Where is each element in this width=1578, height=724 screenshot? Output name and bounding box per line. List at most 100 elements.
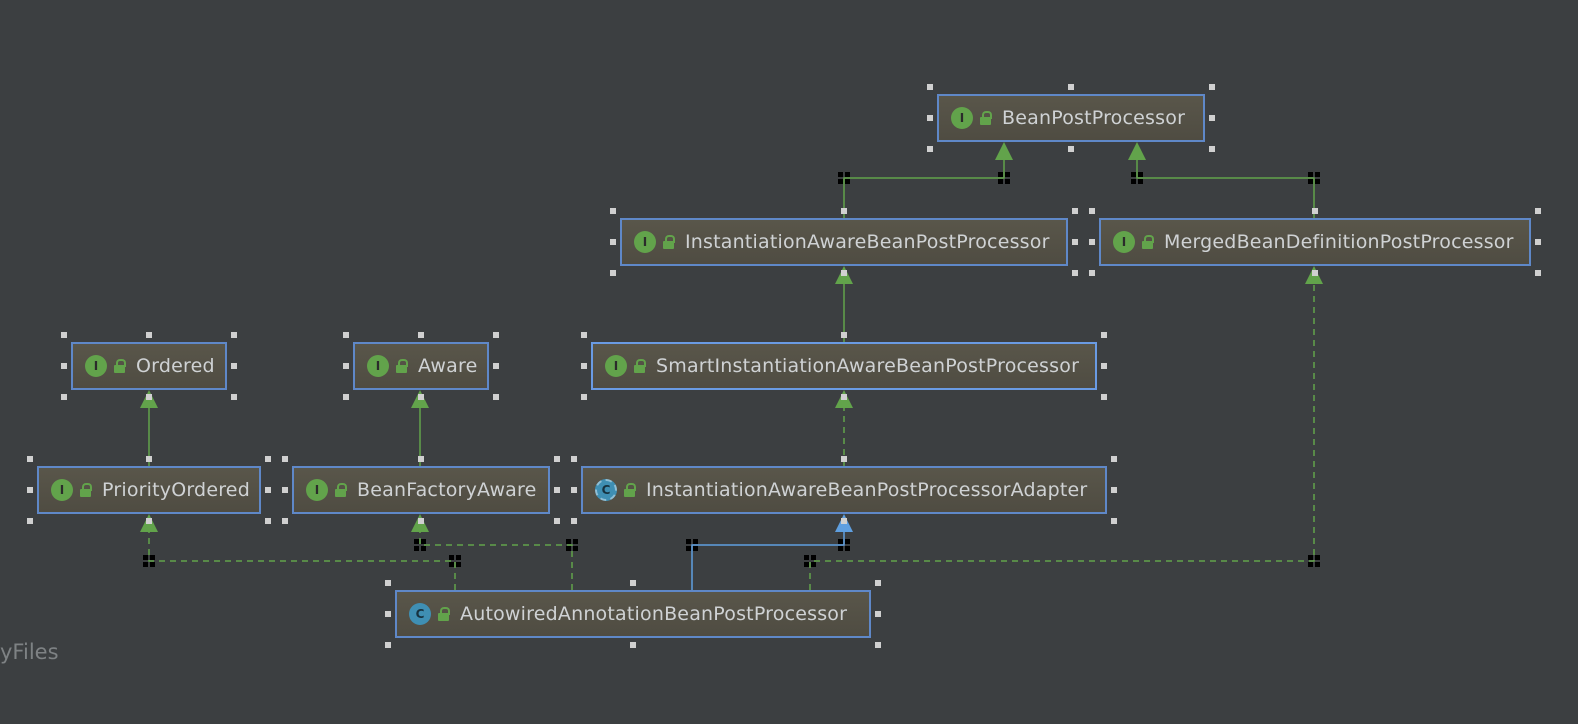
bend-handle[interactable] (143, 555, 148, 560)
bend-handle[interactable] (1138, 179, 1143, 184)
bend-handle[interactable] (566, 539, 571, 544)
resize-handle[interactable] (554, 487, 560, 493)
bend-handle[interactable] (845, 179, 850, 184)
bend-handle[interactable] (845, 539, 850, 544)
bend-handle[interactable] (421, 546, 426, 551)
resize-handle[interactable] (1535, 239, 1541, 245)
bend-handle[interactable] (686, 546, 691, 551)
resize-handle[interactable] (1209, 146, 1215, 152)
resize-handle[interactable] (581, 332, 587, 338)
resize-handle[interactable] (1111, 518, 1117, 524)
resize-handle[interactable] (1111, 456, 1117, 462)
resize-handle[interactable] (418, 394, 424, 400)
bend-handle[interactable] (693, 546, 698, 551)
resize-handle[interactable] (343, 332, 349, 338)
bend-handle[interactable] (1308, 555, 1313, 560)
bend-handle[interactable] (414, 546, 419, 551)
resize-handle[interactable] (841, 518, 847, 524)
resize-handle[interactable] (841, 456, 847, 462)
bend-handle[interactable] (838, 539, 843, 544)
resize-handle[interactable] (581, 363, 587, 369)
resize-handle[interactable] (1312, 270, 1318, 276)
resize-handle[interactable] (1072, 208, 1078, 214)
bend-handle[interactable] (1315, 179, 1320, 184)
node-smart-instantiation-aware-bean-post-processor[interactable]: I SmartInstantiationAwareBeanPostProcess… (591, 342, 1097, 390)
resize-handle[interactable] (1209, 84, 1215, 90)
bend-handle[interactable] (1131, 179, 1136, 184)
resize-handle[interactable] (493, 363, 499, 369)
bend-handle[interactable] (456, 555, 461, 560)
bend-handle[interactable] (1131, 172, 1136, 177)
bend-handle[interactable] (1308, 562, 1313, 567)
resize-handle[interactable] (927, 84, 933, 90)
resize-handle[interactable] (231, 394, 237, 400)
node-bean-factory-aware[interactable]: I BeanFactoryAware (292, 466, 550, 514)
resize-handle[interactable] (1312, 208, 1318, 214)
bend-handle[interactable] (804, 555, 809, 560)
bend-handle[interactable] (998, 179, 1003, 184)
resize-handle[interactable] (146, 332, 152, 338)
bend-handle[interactable] (1315, 555, 1320, 560)
bend-handle[interactable] (1308, 179, 1313, 184)
resize-handle[interactable] (1535, 208, 1541, 214)
resize-handle[interactable] (385, 611, 391, 617)
bend-handle[interactable] (1005, 172, 1010, 177)
resize-handle[interactable] (1101, 363, 1107, 369)
resize-handle[interactable] (1101, 332, 1107, 338)
resize-handle[interactable] (265, 518, 271, 524)
resize-handle[interactable] (146, 456, 152, 462)
bend-handle[interactable] (414, 539, 419, 544)
bend-handle[interactable] (150, 562, 155, 567)
resize-handle[interactable] (343, 394, 349, 400)
resize-handle[interactable] (418, 456, 424, 462)
resize-handle[interactable] (1089, 270, 1095, 276)
resize-handle[interactable] (841, 394, 847, 400)
bend-handle[interactable] (449, 555, 454, 560)
node-ordered[interactable]: I Ordered (71, 342, 227, 390)
bend-handle[interactable] (838, 172, 843, 177)
resize-handle[interactable] (27, 456, 33, 462)
bend-handle[interactable] (1315, 562, 1320, 567)
bend-handle[interactable] (838, 546, 843, 551)
bend-handle[interactable] (456, 562, 461, 567)
bend-handle[interactable] (421, 539, 426, 544)
resize-handle[interactable] (610, 270, 616, 276)
resize-handle[interactable] (927, 115, 933, 121)
resize-handle[interactable] (231, 363, 237, 369)
resize-handle[interactable] (630, 642, 636, 648)
resize-handle[interactable] (1072, 270, 1078, 276)
bend-handle[interactable] (838, 179, 843, 184)
bend-handle[interactable] (573, 546, 578, 551)
node-bean-post-processor[interactable]: I BeanPostProcessor (937, 94, 1205, 142)
resize-handle[interactable] (493, 332, 499, 338)
resize-handle[interactable] (61, 332, 67, 338)
bend-handle[interactable] (845, 546, 850, 551)
resize-handle[interactable] (1072, 239, 1078, 245)
resize-handle[interactable] (841, 208, 847, 214)
resize-handle[interactable] (841, 270, 847, 276)
resize-handle[interactable] (1089, 239, 1095, 245)
bend-handle[interactable] (573, 539, 578, 544)
resize-handle[interactable] (1089, 208, 1095, 214)
bend-handle[interactable] (1138, 172, 1143, 177)
node-autowired-annotation-bean-post-processor[interactable]: C AutowiredAnnotationBeanPostProcessor (395, 590, 871, 638)
resize-handle[interactable] (610, 208, 616, 214)
bend-handle[interactable] (998, 172, 1003, 177)
resize-handle[interactable] (27, 518, 33, 524)
resize-handle[interactable] (1101, 394, 1107, 400)
resize-handle[interactable] (282, 487, 288, 493)
resize-handle[interactable] (418, 518, 424, 524)
resize-handle[interactable] (610, 239, 616, 245)
bend-handle[interactable] (150, 555, 155, 560)
resize-handle[interactable] (1209, 115, 1215, 121)
resize-handle[interactable] (385, 642, 391, 648)
resize-handle[interactable] (1535, 270, 1541, 276)
resize-handle[interactable] (581, 394, 587, 400)
resize-handle[interactable] (554, 456, 560, 462)
bend-handle[interactable] (449, 562, 454, 567)
node-priority-ordered[interactable]: I PriorityOrdered (37, 466, 261, 514)
resize-handle[interactable] (282, 518, 288, 524)
resize-handle[interactable] (875, 611, 881, 617)
resize-handle[interactable] (61, 394, 67, 400)
resize-handle[interactable] (1111, 487, 1117, 493)
